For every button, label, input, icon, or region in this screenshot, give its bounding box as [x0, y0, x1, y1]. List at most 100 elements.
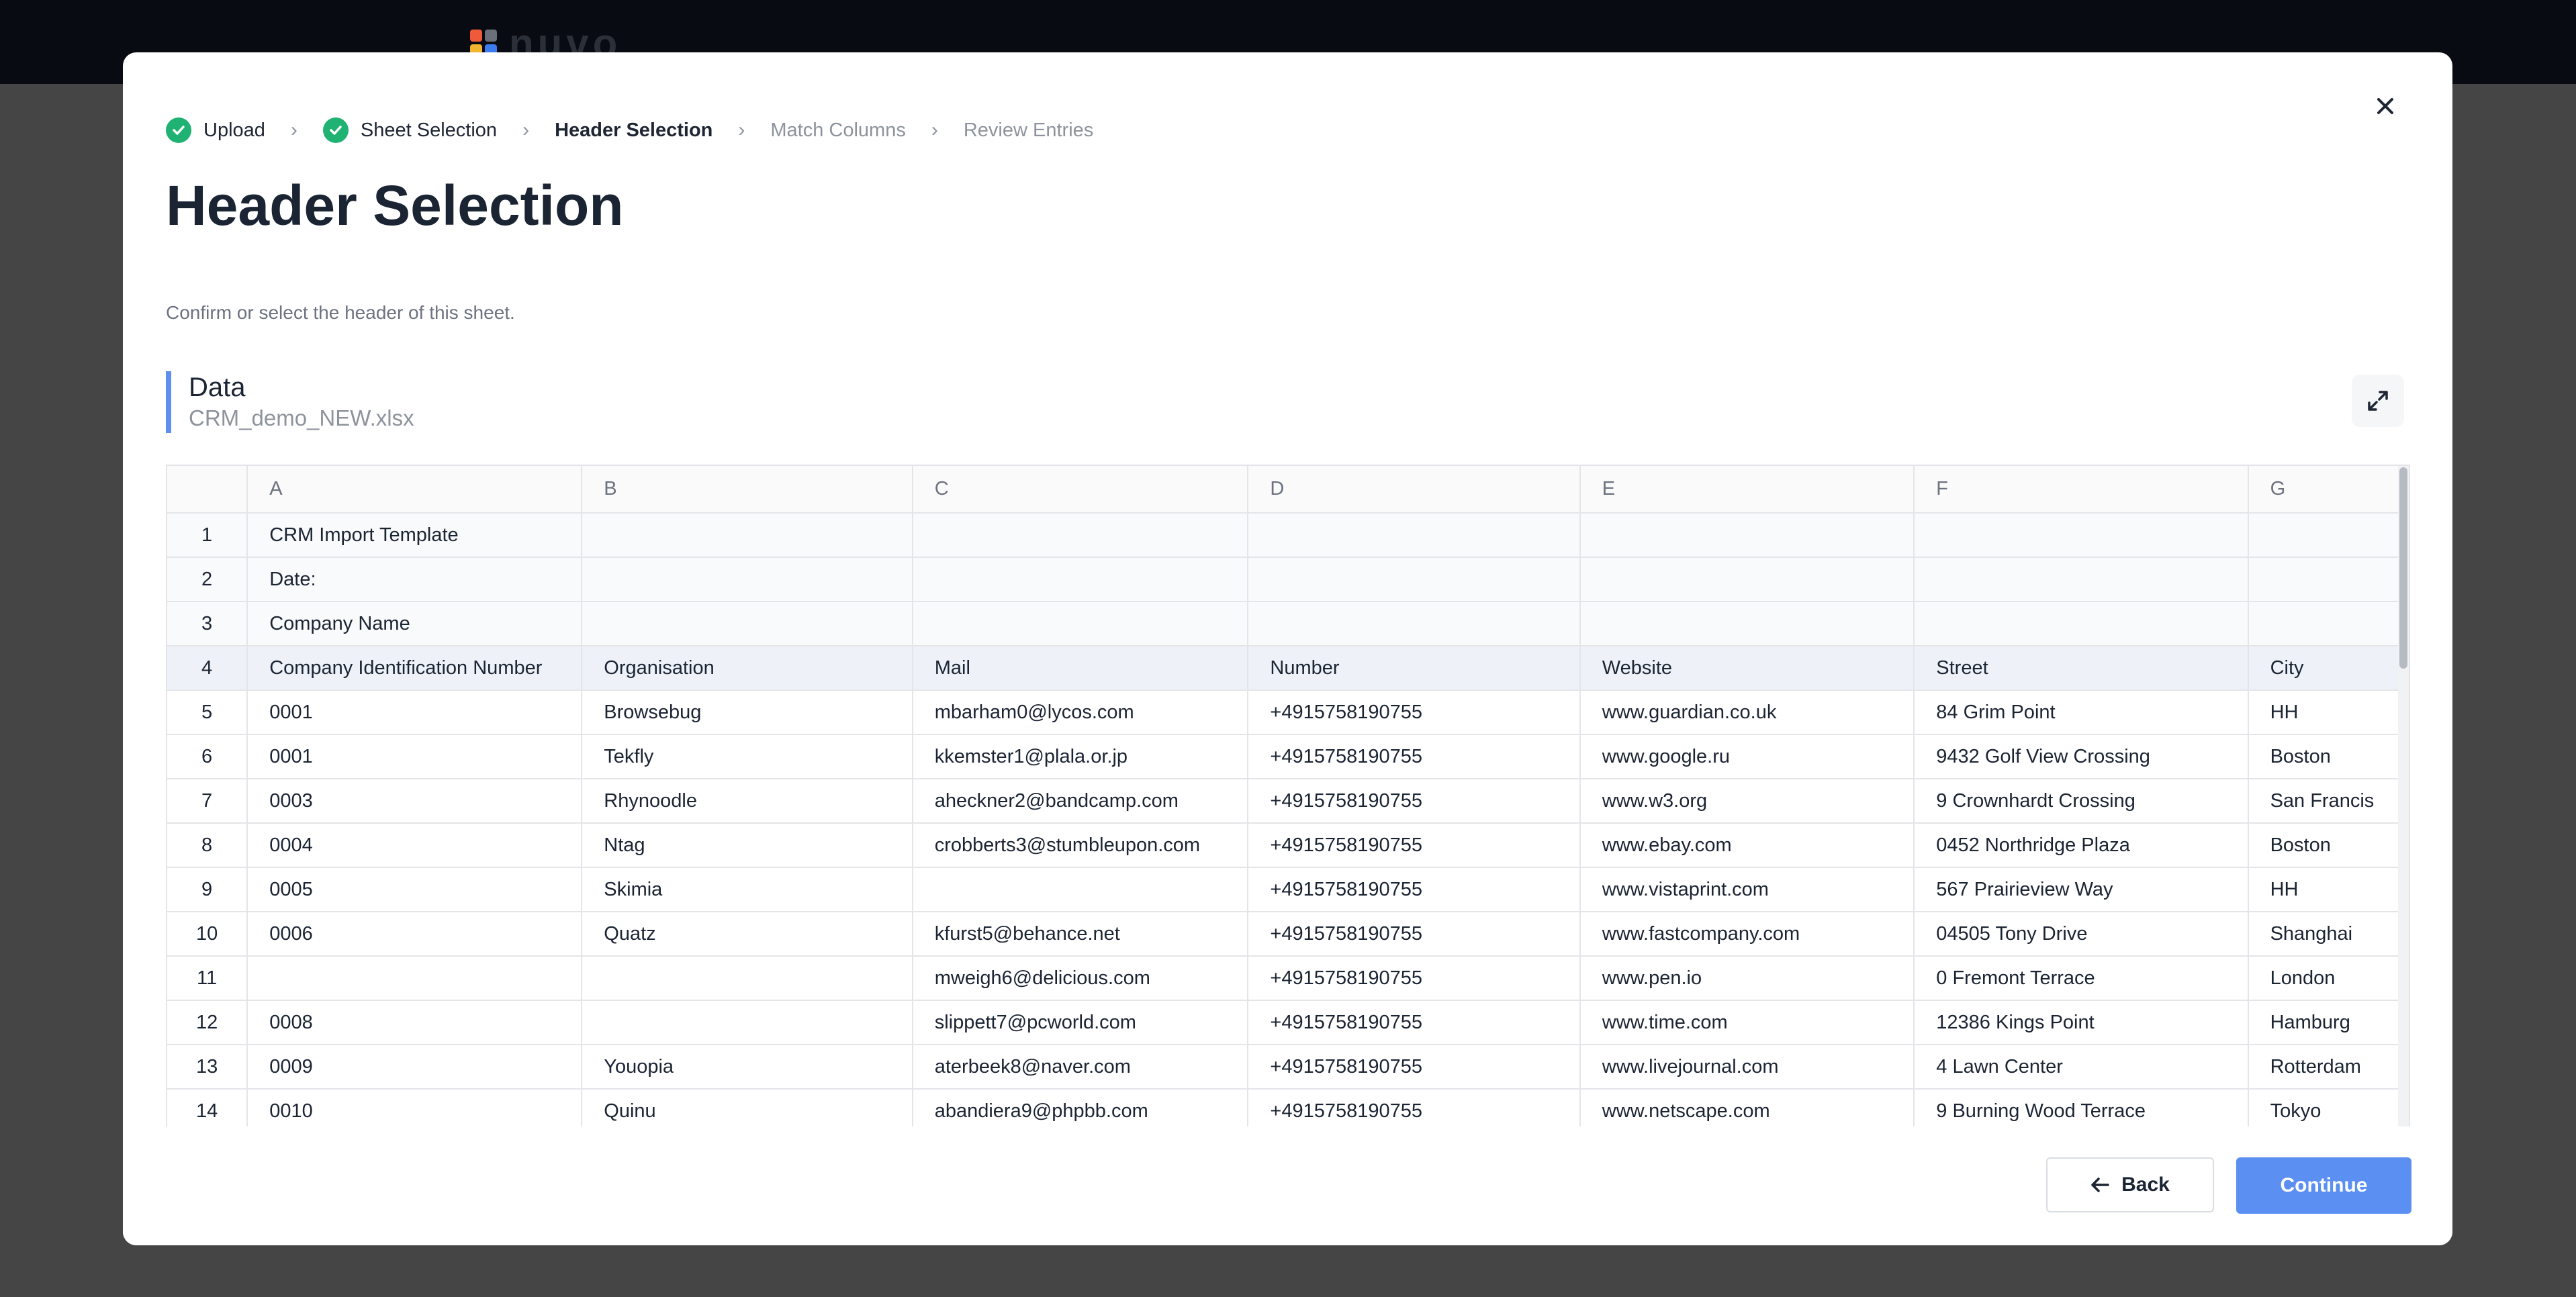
table-cell: mbarham0@lycos.com [912, 690, 1249, 735]
column-header: A [247, 466, 583, 514]
row-number: 7 [167, 779, 248, 824]
table-cell: 0005 [247, 867, 583, 912]
table-row[interactable]: 12 0008 slippett7@pcworld.com +491575819075… [167, 1000, 2409, 1045]
table-row[interactable]: 6 0001 Tekfly kkemster1@plala.or.jp +4915758… [167, 734, 2409, 779]
table-cell: +4915758190755 [1248, 867, 1581, 912]
table-cell: 0452 Northridge Plaza [1914, 823, 2249, 868]
arrow-left-icon [2091, 1178, 2109, 1192]
check-circle-icon [322, 117, 349, 143]
check-circle-icon [166, 117, 191, 143]
column-header: F [1914, 466, 2249, 514]
table-row[interactable]: 7 0003 Rhynoodle aheckner2@bandcamp.com +491… [167, 779, 2409, 824]
table-row[interactable]: 4 Company Identification Number Organisati… [167, 646, 2409, 691]
table-cell: Mail [912, 646, 1249, 691]
step-label: Sheet Selection [360, 119, 498, 141]
table-cell [582, 602, 913, 646]
step-label: Review Entries [963, 119, 1094, 141]
close-icon [2377, 98, 2393, 114]
table-cell: Youopia [582, 1045, 913, 1090]
table-cell: 4 Lawn Center [1914, 1045, 2249, 1090]
table-cell: Company Identification Number [247, 646, 583, 691]
table-cell: www.w3.org [1579, 779, 1915, 824]
expand-table-button[interactable] [2352, 375, 2404, 427]
table-cell: Organisation [582, 646, 913, 691]
import-modal: Upload › Sheet Selection › Header Select… [123, 52, 2452, 1245]
table-cell [912, 513, 1249, 558]
table-cell: Date: [247, 557, 583, 602]
table-row[interactable]: 10 0006 Quatz kfurst5@behance.net +491575819… [167, 912, 2409, 957]
table-cell: Skimia [582, 867, 913, 912]
table-cell: San Francis [2248, 779, 2409, 824]
sheet-grid: A B C D E F G 1 CRM Import Template 2 Date:… [167, 466, 2409, 1134]
table-cell [1914, 513, 2249, 558]
step-sheet-selection[interactable]: Sheet Selection [322, 117, 498, 143]
table-row[interactable]: 5 0001 Browsebug mbarham0@lycos.com +4915758… [167, 690, 2409, 735]
table-row[interactable]: 8 0004 Ntag crobberts3@stumbleupon.com +4915… [167, 823, 2409, 868]
table-cell: 0003 [247, 779, 583, 824]
column-header: B [582, 466, 913, 514]
table-row[interactable]: 3 Company Name [167, 602, 2409, 646]
table-cell: www.fastcompany.com [1579, 912, 1915, 957]
table-cell: 0 Fremont Terrace [1914, 956, 2249, 1001]
chevron-right-icon: › [290, 119, 297, 141]
chevron-right-icon: › [522, 119, 530, 141]
row-number: 5 [167, 690, 248, 735]
table-row[interactable]: 11 mweigh6@delicious.com +4915758190755 www… [167, 956, 2409, 1001]
column-header-row: A B C D E F G [167, 466, 2409, 514]
table-cell: Number [1248, 646, 1581, 691]
column-header: D [1248, 466, 1581, 514]
import-stepper: Upload › Sheet Selection › Header Select… [166, 113, 1093, 148]
continue-button[interactable]: Continue [2236, 1157, 2411, 1214]
table-cell: +4915758190755 [1248, 956, 1581, 1001]
table-cell: 0009 [247, 1045, 583, 1090]
column-header: C [912, 466, 1249, 514]
scroll-thumb[interactable] [2399, 467, 2407, 669]
table-cell [1248, 557, 1581, 602]
sheet-file-name: CRM_demo_NEW.xlsx [189, 405, 414, 430]
sheet-info: Data CRM_demo_NEW.xlsx [166, 371, 414, 433]
table-cell: Boston [2248, 823, 2409, 868]
table-cell: Ntag [582, 823, 913, 868]
table-cell: Tekfly [582, 734, 913, 779]
table-cell [2248, 557, 2409, 602]
row-number: 9 [167, 867, 248, 912]
table-cell: 04505 Tony Drive [1914, 912, 2249, 957]
row-number: 1 [167, 513, 248, 558]
table-row[interactable]: 13 0009 Youopia aterbeek8@naver.com +4915758… [167, 1045, 2409, 1090]
table-cell [2248, 513, 2409, 558]
row-number: 6 [167, 734, 248, 779]
table-row[interactable]: 9 0005 Skimia +4915758190755 www.vistaprint.… [167, 867, 2409, 912]
table-row[interactable]: 1 CRM Import Template [167, 513, 2409, 558]
sheet-table: A B C D E F G 1 CRM Import Template 2 Date:… [166, 465, 2410, 1159]
table-cell: 12386 Kings Point [1914, 1000, 2249, 1045]
chevron-right-icon: › [931, 119, 938, 141]
step-upload[interactable]: Upload [166, 117, 265, 143]
table-row[interactable]: 2 Date: [167, 557, 2409, 602]
table-cell [912, 557, 1249, 602]
table-cell: 0006 [247, 912, 583, 957]
table-cell: Browsebug [582, 690, 913, 735]
table-cell: www.vistaprint.com [1579, 867, 1915, 912]
table-cell [1248, 513, 1581, 558]
row-number: 13 [167, 1045, 248, 1090]
back-button[interactable]: Back [2046, 1157, 2214, 1212]
vertical-scrollbar[interactable] [2398, 466, 2409, 1144]
table-cell: +4915758190755 [1248, 823, 1581, 868]
close-button[interactable] [2366, 87, 2404, 125]
table-cell: Street [1914, 646, 2249, 691]
table-cell: 9432 Golf View Crossing [1914, 734, 2249, 779]
table-cell: Rhynoodle [582, 779, 913, 824]
step-match-columns: Match Columns [770, 119, 905, 142]
back-label: Back [2121, 1173, 2170, 1196]
row-number: 8 [167, 823, 248, 868]
step-label: Upload [203, 119, 265, 141]
step-label: Match Columns [770, 119, 906, 141]
table-cell: Shanghai [2248, 912, 2409, 957]
table-cell [1248, 602, 1581, 646]
table-cell: www.google.ru [1579, 734, 1915, 779]
table-cell: Rotterdam [2248, 1045, 2409, 1090]
table-cell: 84 Grim Point [1914, 690, 2249, 735]
table-cell [582, 956, 913, 1001]
table-cell: 0004 [247, 823, 583, 868]
sheet-name: Data [189, 373, 246, 402]
